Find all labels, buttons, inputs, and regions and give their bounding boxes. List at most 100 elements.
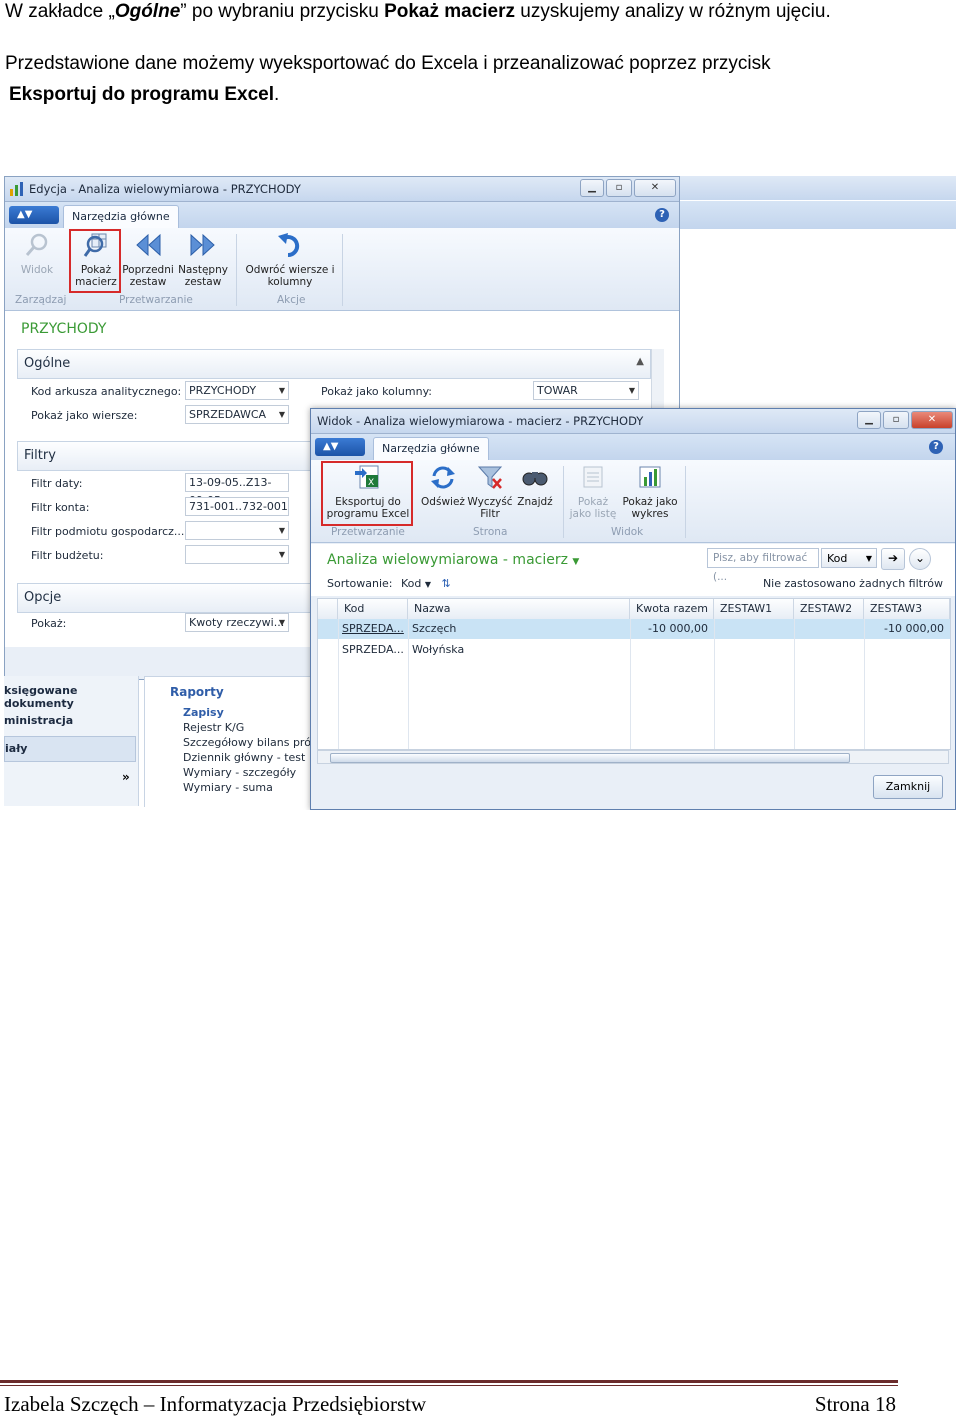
minimize-button[interactable]: ▁ bbox=[580, 179, 604, 197]
highlight-show-matrix bbox=[69, 229, 121, 293]
columns-field[interactable]: TOWAR ▼ bbox=[533, 381, 639, 400]
cell-nazwa[interactable]: Szczęch bbox=[408, 619, 630, 639]
minimize-button[interactable]: ▁ bbox=[857, 411, 881, 429]
column-header-kod[interactable]: Kod bbox=[338, 599, 408, 619]
clear-filter-button[interactable]: Wyczyść Filtr bbox=[467, 464, 513, 520]
help-icon[interactable]: ? bbox=[929, 440, 943, 454]
fasttab-general[interactable]: Ogólne ▲ bbox=[17, 349, 651, 379]
entity-filter-field[interactable]: ▼ bbox=[185, 521, 289, 540]
cell-kod[interactable]: SPRZEDA... bbox=[338, 640, 408, 660]
close-window-button[interactable]: ✕ bbox=[911, 411, 953, 429]
page-number: Strona 18 bbox=[814, 1392, 896, 1416]
column-header-set3[interactable]: ZESTAW3 bbox=[864, 599, 950, 619]
sort-value: Kod bbox=[401, 577, 422, 590]
cell-set3[interactable]: -10 000,00 bbox=[864, 619, 950, 639]
report-link[interactable]: Dziennik główny - test bbox=[183, 751, 305, 764]
tab-home[interactable]: Narzędzia główne bbox=[63, 205, 179, 229]
cell-kod[interactable]: SPRZEDA... bbox=[338, 619, 408, 639]
show-as-chart-button[interactable]: Pokaż jako wykres bbox=[621, 464, 679, 520]
double-left-arrow-icon bbox=[136, 233, 161, 257]
column-header-nazwa[interactable]: Nazwa bbox=[408, 599, 630, 619]
sort-order-icon[interactable]: ⇅ bbox=[442, 577, 451, 590]
scrollbar-thumb[interactable] bbox=[330, 753, 850, 763]
column-header-total[interactable]: Kwota razem bbox=[630, 599, 714, 619]
group-processing: Przetwarzanie bbox=[119, 294, 193, 306]
cell-set1[interactable] bbox=[714, 619, 794, 639]
horizontal-scrollbar[interactable] bbox=[317, 750, 949, 764]
date-filter-field[interactable]: 13-09-05..Z13-09-05 bbox=[185, 473, 289, 507]
previous-set-button[interactable]: Poprzedni zestaw bbox=[121, 232, 175, 288]
refresh-button[interactable]: Odśwież bbox=[421, 464, 465, 508]
chevron-up-icon[interactable]: ▲ bbox=[636, 356, 644, 367]
nav-item[interactable]: księgowane dokumenty bbox=[4, 684, 138, 710]
sort-label: Sortowanie: bbox=[327, 577, 393, 590]
button-name-emphasis: Pokaż macierz bbox=[384, 1, 516, 22]
nav-item[interactable]: ministracja bbox=[4, 714, 73, 727]
app-menu-button[interactable]: ▲▼ bbox=[9, 206, 59, 224]
show-label: Pokaż: bbox=[31, 617, 67, 630]
view-button-label: Widok bbox=[20, 264, 54, 276]
dropdown-arrow-icon[interactable]: ▼ bbox=[629, 382, 635, 400]
find-button[interactable]: Znajdź bbox=[515, 464, 555, 508]
cell-set2[interactable] bbox=[794, 640, 864, 660]
cell-total[interactable] bbox=[630, 640, 714, 660]
cell-set1[interactable] bbox=[714, 640, 794, 660]
report-link[interactable]: Wymiary - szczegóły bbox=[183, 766, 296, 779]
window-title: Widok - Analiza wielowymiarowa - macierz… bbox=[317, 414, 644, 428]
window-title: Edycja - Analiza wielowymiarowa - PRZYCH… bbox=[29, 182, 301, 196]
filter-bar: Analiza wielowymiarowa - macierz ▼ Pisz,… bbox=[311, 544, 955, 596]
column-header-set2[interactable]: ZESTAW2 bbox=[794, 599, 864, 619]
view-title[interactable]: Analiza wielowymiarowa - macierz ▼ bbox=[327, 552, 579, 568]
maximize-button[interactable]: ▫ bbox=[883, 411, 909, 429]
footer-author: Izabela Szczęch – Informatyzacja Przedsi… bbox=[4, 1392, 427, 1416]
dropdown-arrow-icon[interactable]: ▼ bbox=[425, 580, 431, 589]
maximize-button[interactable]: ▫ bbox=[606, 179, 632, 197]
nav-item-label: iały bbox=[5, 742, 28, 755]
close-button[interactable]: Zamknij bbox=[873, 775, 943, 799]
code-field[interactable]: PRZYCHODY ▼ bbox=[185, 381, 289, 400]
swap-rows-columns-button[interactable]: Odwróć wiersze i kolumny bbox=[245, 232, 335, 288]
dropdown-arrow-icon[interactable]: ▼ bbox=[279, 522, 285, 540]
app-menu-button[interactable]: ▲▼ bbox=[315, 438, 365, 456]
more-chevron-icon[interactable]: » bbox=[122, 770, 130, 784]
search-input[interactable]: Pisz, aby filtrować (... bbox=[707, 548, 819, 583]
show-as-list-button[interactable]: Pokaż jako listę bbox=[569, 464, 617, 520]
expand-filter-icon[interactable]: ⌄ bbox=[909, 548, 931, 570]
dropdown-arrow-icon[interactable]: ▼ bbox=[279, 614, 285, 632]
nav-item-selected[interactable]: iały bbox=[4, 736, 136, 762]
text-run: ” po wybraniu przycisku bbox=[180, 1, 385, 22]
sort-select[interactable]: Kod ▼ ⇅ bbox=[401, 577, 451, 590]
report-link[interactable]: Rejestr K/G bbox=[183, 721, 244, 734]
close-window-button[interactable]: ✕ bbox=[634, 179, 676, 197]
dropdown-arrow-icon[interactable]: ▼ bbox=[279, 406, 285, 424]
group-view: Widok bbox=[611, 526, 644, 538]
footer-rule bbox=[0, 1380, 898, 1383]
cell-set3[interactable] bbox=[864, 640, 950, 660]
dropdown-arrow-icon[interactable]: ▼ bbox=[572, 557, 579, 567]
report-link[interactable]: Zapisy bbox=[183, 706, 224, 719]
show-field[interactable]: Kwoty rzeczywi... ▼ bbox=[185, 613, 289, 632]
clear-filter-label-1: Wyczyść bbox=[467, 496, 513, 508]
intro-paragraph: W zakładce „Ogólne” po wybraniu przycisk… bbox=[5, 0, 831, 24]
tab-home[interactable]: Narzędzia główne bbox=[373, 437, 489, 461]
cell-set2[interactable] bbox=[794, 619, 864, 639]
column-header-set1[interactable]: ZESTAW1 bbox=[714, 599, 794, 619]
cell-nazwa[interactable]: Wołyńska bbox=[408, 640, 630, 660]
next-set-button[interactable]: Następny zestaw bbox=[177, 232, 229, 288]
cell-total[interactable]: -10 000,00 bbox=[630, 619, 714, 639]
ribbon-separator bbox=[685, 466, 686, 538]
dropdown-arrow-icon[interactable]: ▼ bbox=[866, 549, 872, 568]
report-link[interactable]: Wymiary - suma bbox=[183, 781, 273, 794]
search-field-select[interactable]: Kod ▼ bbox=[821, 548, 877, 568]
search-go-icon[interactable]: ➔ bbox=[881, 548, 905, 570]
help-icon[interactable]: ? bbox=[655, 208, 669, 222]
budget-filter-field[interactable]: ▼ bbox=[185, 545, 289, 564]
rows-field[interactable]: SPRZEDAWCA ▼ bbox=[185, 405, 289, 424]
account-filter-field[interactable]: 731-001..732-001 bbox=[185, 497, 289, 516]
dropdown-arrow-icon[interactable]: ▼ bbox=[279, 546, 285, 564]
view-button[interactable]: Widok bbox=[15, 232, 59, 276]
dropdown-arrow-icon[interactable]: ▼ bbox=[279, 382, 285, 400]
grid-line bbox=[864, 619, 865, 749]
page-footer: Izabela Szczęch – Informatyzacja Przedsi… bbox=[0, 1380, 900, 1420]
show-list-label-2: jako listę bbox=[569, 508, 617, 520]
